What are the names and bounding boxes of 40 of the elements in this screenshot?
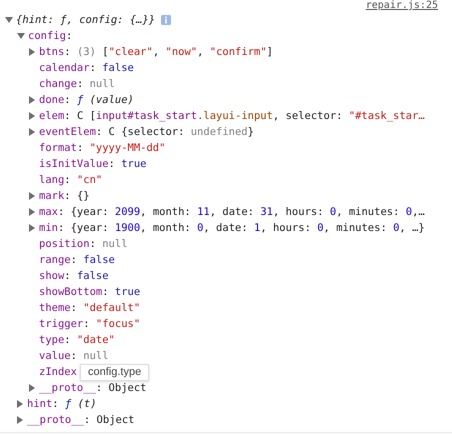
- property-line: mark: {}: [39, 189, 90, 204]
- expand-arrow-icon[interactable]: [29, 128, 35, 136]
- property-line: showBottom: true: [39, 285, 140, 300]
- expand-arrow-icon[interactable]: [29, 384, 35, 392]
- expand-arrow-icon[interactable]: [29, 192, 35, 200]
- property-line: eventElem: C {selector: undefined}: [39, 125, 254, 140]
- property-line: elem: C [input#task_start.layui-input, selector: "#task_star…: [39, 109, 425, 124]
- property-line: lang: "cn": [39, 173, 102, 188]
- expand-arrow-icon[interactable]: [17, 400, 23, 408]
- property-line: __proto__: Object: [39, 381, 146, 396]
- tooltip: config.type: [80, 364, 150, 381]
- property-line: theme: "default": [39, 301, 140, 316]
- property-line: show: false: [39, 269, 109, 284]
- property-line: {hint: ƒ, config: {…}}: [16, 13, 156, 28]
- expand-arrow-icon[interactable]: [17, 416, 23, 424]
- property-line: change: null: [39, 77, 115, 92]
- property-line: btns: (3) ["clear", "now", "confirm"]: [39, 45, 273, 60]
- property-line: isInitValue: true: [39, 157, 146, 172]
- property-line: trigger: "focus": [39, 317, 140, 332]
- expand-arrow-icon[interactable]: [29, 224, 35, 232]
- property-line: zIndex: [39, 365, 77, 380]
- property-line: min: {year: 1900, month: 0, date: 1, hours: 0, minutes: 0, …}: [39, 221, 425, 236]
- property-line: position: null: [39, 237, 128, 252]
- expand-arrow-icon[interactable]: [29, 48, 35, 56]
- expand-arrow-icon[interactable]: [29, 96, 35, 104]
- collapse-arrow-icon[interactable]: [17, 33, 25, 39]
- property-line: __proto__: Object: [27, 413, 134, 428]
- property-line: calendar: false: [39, 61, 134, 76]
- property-line: done: ƒ (value): [39, 93, 134, 108]
- property-line: range: false: [39, 253, 115, 268]
- property-line: type: "date": [39, 333, 115, 348]
- property-line: value: null: [39, 349, 109, 364]
- property-line: hint: ƒ (t): [27, 397, 97, 412]
- property-line: config:: [28, 29, 72, 44]
- expand-arrow-icon[interactable]: [29, 112, 35, 120]
- expand-arrow-icon[interactable]: [29, 208, 35, 216]
- property-line: format: "yyyy-MM-dd": [39, 141, 166, 156]
- collapse-arrow-icon[interactable]: [5, 17, 13, 23]
- source-link[interactable]: repair.js:25: [366, 0, 438, 12]
- property-line: max: {year: 2099, month: 11, date: 31, hours: 0, minutes: 0,…: [39, 205, 425, 220]
